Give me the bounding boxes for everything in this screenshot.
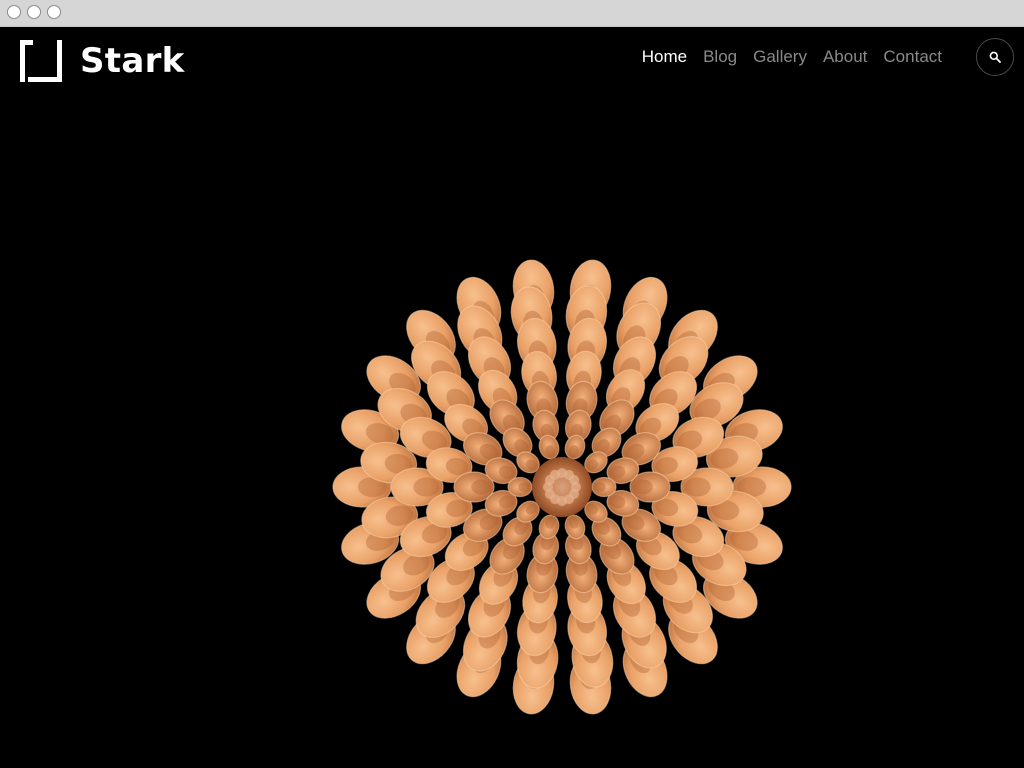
dahlia-flower-image: [332, 259, 792, 715]
page-viewport: Stark Home Blog Gallery About Contact: [0, 27, 1024, 768]
browser-title-bar: [0, 0, 1024, 27]
nav-item-contact[interactable]: Contact: [875, 45, 950, 69]
main-navigation: Home Blog Gallery About Contact: [634, 45, 950, 69]
flower-petal-shadow: [593, 482, 606, 492]
nav-item-about[interactable]: About: [815, 45, 875, 69]
site-name: Stark: [80, 41, 185, 81]
flower-petal-shadow: [518, 482, 531, 492]
window-minimize-button[interactable]: [27, 5, 41, 19]
search-button[interactable]: [976, 38, 1014, 76]
window-close-button[interactable]: [7, 5, 21, 19]
flower-petal-shadow: [471, 479, 492, 495]
search-icon: [989, 51, 1001, 63]
hero-image: [0, 93, 1024, 768]
flower-center-floret: [569, 475, 580, 485]
flower-center: [532, 457, 592, 517]
nav-item-blog[interactable]: Blog: [695, 45, 745, 69]
site-header: Stark Home Blog Gallery About Contact: [0, 27, 1024, 93]
flower-petal-shadow: [413, 477, 440, 497]
nav-item-home[interactable]: Home: [634, 45, 695, 69]
site-logo-link[interactable]: Stark: [20, 40, 185, 82]
square-bracket-logo-icon: [20, 40, 62, 82]
flower-petal-shadow: [632, 479, 653, 495]
nav-item-gallery[interactable]: Gallery: [745, 45, 815, 69]
flower-petal-shadow: [684, 477, 711, 497]
window-maximize-button[interactable]: [47, 5, 61, 19]
